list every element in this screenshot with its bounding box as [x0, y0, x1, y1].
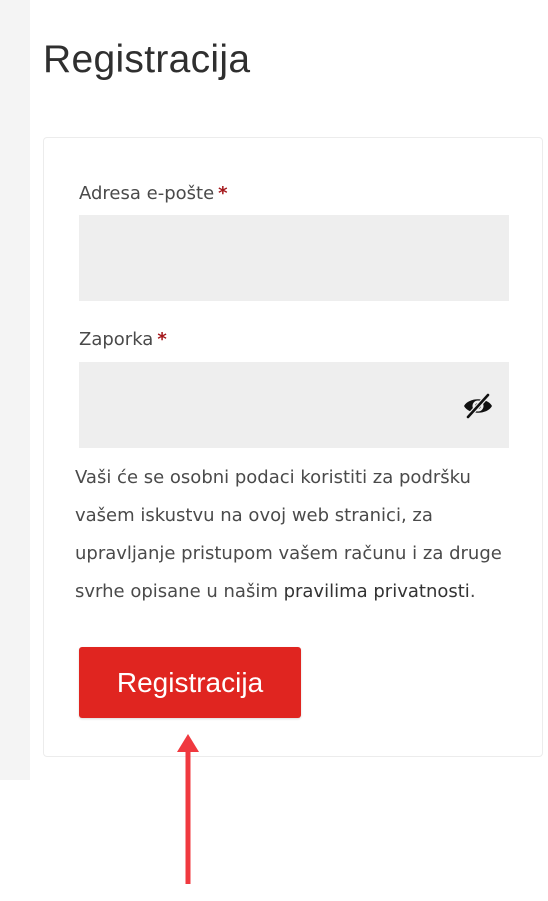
- email-label-text: Adresa e-pošte: [79, 183, 215, 204]
- password-required-mark: *: [157, 329, 167, 350]
- privacy-notice-suffix: .: [469, 581, 476, 602]
- privacy-policy-link[interactable]: pravilima privatnosti: [284, 581, 470, 602]
- email-required-mark: *: [218, 183, 228, 204]
- password-field[interactable]: [79, 362, 509, 448]
- register-button[interactable]: Registracija: [79, 647, 301, 718]
- email-label: Adresa e-pošte *: [79, 183, 228, 204]
- password-label: Zaporka *: [79, 329, 167, 350]
- page-side-strip: [0, 0, 30, 780]
- privacy-notice: Vaši će se osobni podaci koristiti za po…: [75, 459, 520, 611]
- email-field[interactable]: [79, 215, 509, 301]
- show-password-toggle[interactable]: [458, 388, 498, 424]
- eye-slash-icon: [464, 392, 492, 420]
- password-label-text: Zaporka: [79, 329, 154, 350]
- annotation-arrow-icon: [177, 734, 199, 884]
- page-title: Registracija: [43, 38, 251, 81]
